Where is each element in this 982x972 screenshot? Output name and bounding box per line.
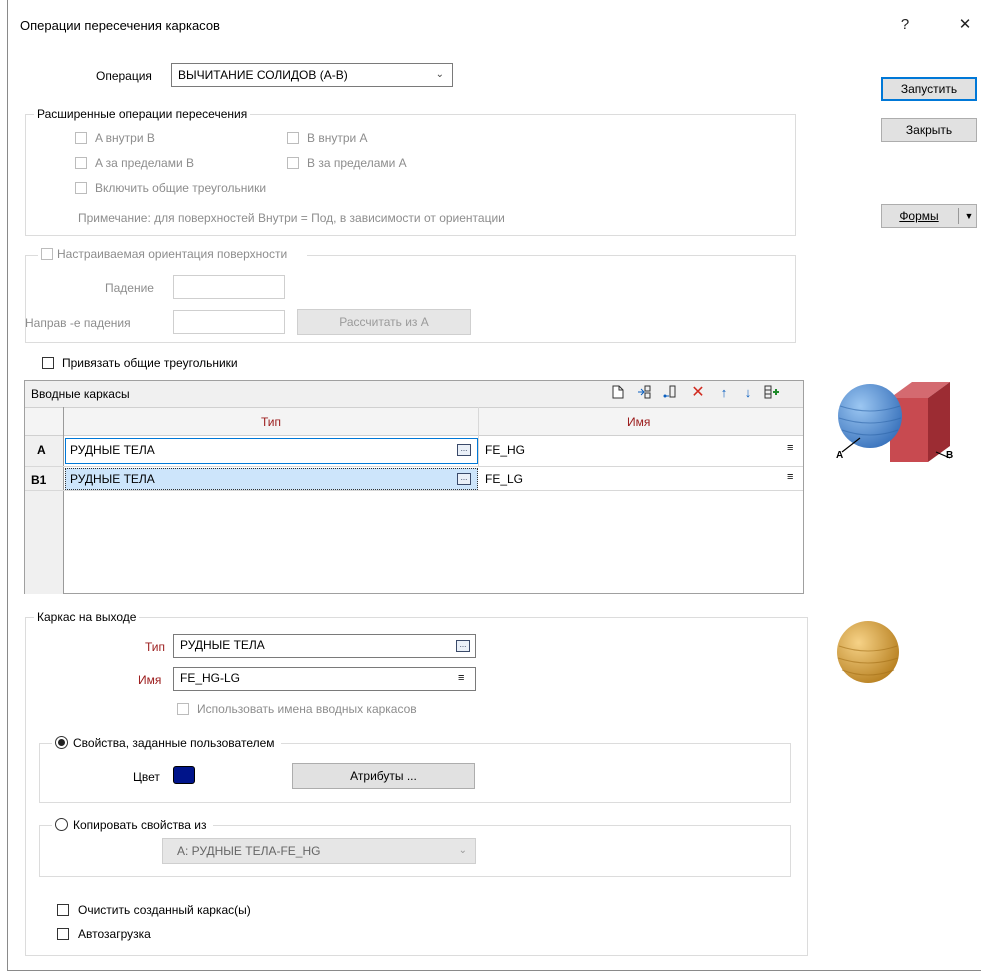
orientation-group-header: Настраиваемая ориентация поверхности [38,247,308,261]
row-type: РУДНЫЕ ТЕЛА [70,443,155,457]
arrow-down-icon[interactable]: ↓ [740,385,756,401]
row-id: A [37,443,46,457]
color-label: Цвет [133,770,160,784]
operation-select[interactable]: ВЫЧИТАНИЕ СОЛИДОВ (A-B) ⌄ [171,63,453,87]
b-inside-a-checkbox[interactable] [287,132,299,144]
color-swatch[interactable] [173,766,195,784]
close-button[interactable]: Закрыть [881,118,977,142]
row-id: B1 [31,473,47,487]
orientation-title: Настраиваемая ориентация поверхности [57,247,288,261]
column-header-name[interactable]: Имя [627,415,650,429]
a-outside-b-label: A за пределами B [95,156,195,170]
output-name-value: FE_HG-LG [180,671,241,685]
output-type-label: Тип [145,640,166,654]
grid-title: Вводные каркасы [31,387,130,401]
new-file-icon[interactable] [610,385,626,401]
row-name: FE_HG [485,443,526,457]
advanced-note: Примечание: для поверхностей Внутри = По… [78,211,505,225]
calculate-from-a-button[interactable]: Рассчитать из A [297,309,471,335]
diagram-label-b: B [946,450,954,461]
dip-direction-input[interactable] [173,310,285,334]
grid-toolbar [25,381,803,407]
forms-button[interactable]: Формы ▼ [881,204,977,228]
browse-icon[interactable]: ... [457,473,471,485]
user-properties-radio[interactable] [55,736,68,749]
snap-common-checkbox[interactable] [42,357,54,369]
output-group-title: Каркас на выходе [34,610,140,624]
forms-divider [958,208,959,224]
diagram-label-a: A [836,450,844,461]
row-name: FE_LG [485,472,524,486]
arrow-up-icon[interactable]: ↑ [716,385,732,401]
clear-created-checkbox[interactable] [57,904,69,916]
forms-label: Формы [899,209,939,223]
use-input-names-checkbox[interactable] [177,703,189,715]
grid-divider [25,466,803,467]
dip-input[interactable] [173,275,285,299]
copy-properties-label: Копировать свойства из [73,818,207,832]
copy-properties-header: Копировать свойства из [52,818,213,832]
copy-source-select[interactable]: A: РУДНЫЕ ТЕЛА-FE_HG ⌄ [162,838,476,864]
output-type-field[interactable]: РУДНЫЕ ТЕЛА ... [173,634,476,658]
append-row-icon[interactable] [662,385,678,401]
operation-label: Операция [96,69,152,83]
orientation-checkbox[interactable] [41,248,53,260]
b-outside-a-label: B за пределами A [307,156,407,170]
autoload-label: Автозагрузка [78,927,151,941]
input-wireframes-grid: Вводные каркасы Тип Имя A РУДНЫЕ ТЕЛА ..… [24,380,804,594]
list-icon[interactable]: ≡ [458,668,464,688]
dip-label: Падение [105,281,154,295]
output-name-label: Имя [138,673,162,687]
grid-divider [478,407,479,467]
b-inside-a-label: B внутри A [307,131,368,145]
advanced-group-title: Расширенные операции пересечения [34,107,251,121]
sphere-a-shape [838,384,902,448]
snap-common-label: Привязать общие треугольники [62,356,238,370]
insert-rows-icon[interactable] [636,385,652,401]
chevron-down-icon: ⌄ [435,69,444,80]
grid-divider [63,407,64,594]
window-title: Операции пересечения каркасов [20,18,220,33]
help-icon[interactable]: ? [890,12,920,38]
chevron-down-icon: ⌄ [458,845,467,856]
a-inside-b-checkbox[interactable] [75,132,87,144]
output-name-field[interactable]: FE_HG-LG ≡ [173,667,476,691]
output-type-value: РУДНЫЕ ТЕЛА [180,638,265,652]
dropdown-arrow-icon[interactable]: ▼ [962,205,976,227]
result-diagram [837,621,899,683]
copy-properties-radio[interactable] [55,818,68,831]
copy-source-value: A: РУДНЫЕ ТЕЛА-FE_HG [177,844,321,858]
attributes-button[interactable]: Атрибуты ... [292,763,475,789]
browse-icon[interactable]: ... [456,640,470,652]
add-column-icon[interactable] [764,385,780,401]
run-button[interactable]: Запустить [881,77,977,101]
autoload-checkbox[interactable] [57,928,69,940]
user-properties-label: Свойства, заданные пользователем [73,736,275,750]
dip-direction-label: Направ -е падения [25,316,131,330]
close-icon[interactable]: ✕ [950,12,980,38]
delete-icon[interactable]: ✕ [690,385,706,401]
include-common-checkbox[interactable] [75,182,87,194]
user-properties-header: Свойства, заданные пользователем [52,736,281,750]
result-sphere-shape [837,621,899,683]
list-icon[interactable]: ≡ [787,442,793,454]
column-header-type[interactable]: Тип [261,415,281,429]
include-common-label: Включить общие треугольники [95,181,267,195]
a-inside-b-label: A внутри B [95,131,155,145]
grid-divider [25,490,803,491]
operation-value: ВЫЧИТАНИЕ СОЛИДОВ (A-B) [178,68,348,82]
row-header-column [25,436,63,594]
b-outside-a-checkbox[interactable] [287,157,299,169]
grid-header-row [25,407,803,436]
browse-icon[interactable]: ... [457,444,471,456]
a-outside-b-checkbox[interactable] [75,157,87,169]
list-icon[interactable]: ≡ [787,471,793,483]
clear-created-label: Очистить созданный каркас(ы) [78,903,251,917]
row-type: РУДНЫЕ ТЕЛА [70,472,155,486]
use-input-names-label: Использовать имена вводных каркасов [197,702,417,716]
